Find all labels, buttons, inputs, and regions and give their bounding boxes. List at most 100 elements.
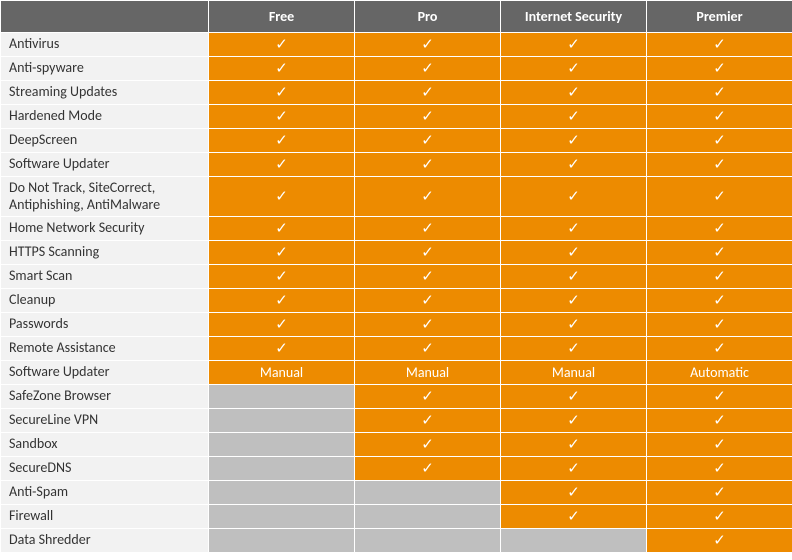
- table-row: Passwords✓✓✓✓: [1, 313, 792, 337]
- feature-label: Anti-Spam: [1, 481, 209, 505]
- check-icon: ✓: [275, 158, 288, 173]
- plan-cell: Manual: [355, 361, 501, 385]
- plan-cell: ✓: [209, 289, 355, 313]
- plan-cell: ✓: [209, 33, 355, 57]
- plan-cell: ✓: [647, 265, 792, 289]
- plan-cell: ✓: [647, 337, 792, 361]
- feature-label: Cleanup: [1, 289, 209, 313]
- plan-cell: ✓: [647, 505, 792, 529]
- plan-cell: ✓: [355, 217, 501, 241]
- plan-cell: ✓: [355, 337, 501, 361]
- check-icon: ✓: [421, 318, 434, 333]
- check-icon: ✓: [567, 134, 580, 149]
- feature-label: Anti-spyware: [1, 57, 209, 81]
- plan-cell: ✓: [501, 81, 647, 105]
- check-icon: ✓: [567, 158, 580, 173]
- check-icon: ✓: [421, 134, 434, 149]
- check-icon: ✓: [421, 62, 434, 77]
- plan-cell: ✓: [647, 57, 792, 81]
- check-icon: ✓: [567, 390, 580, 405]
- plan-cell: [209, 385, 355, 409]
- plan-cell: ✓: [647, 457, 792, 481]
- table-row: Hardened Mode✓✓✓✓: [1, 105, 792, 129]
- plan-cell: Manual: [209, 361, 355, 385]
- plan-cell: [209, 457, 355, 481]
- table-row: Software UpdaterManualManualManualAutoma…: [1, 361, 792, 385]
- plan-cell: ✓: [355, 241, 501, 265]
- plan-cell: ✓: [501, 217, 647, 241]
- plan-cell: ✓: [355, 433, 501, 457]
- check-icon: ✓: [713, 534, 726, 549]
- check-icon: ✓: [275, 110, 288, 125]
- feature-label: Smart Scan: [1, 265, 209, 289]
- plan-cell: ✓: [355, 385, 501, 409]
- feature-label: Firewall: [1, 505, 209, 529]
- plan-cell: ✓: [647, 289, 792, 313]
- plan-cell: [355, 481, 501, 505]
- feature-label: HTTPS Scanning: [1, 241, 209, 265]
- plan-cell: ✓: [209, 241, 355, 265]
- feature-label: Software Updater: [1, 361, 209, 385]
- check-icon: ✓: [713, 270, 726, 285]
- check-icon: ✓: [567, 438, 580, 453]
- plan-cell: ✓: [209, 81, 355, 105]
- check-icon: ✓: [567, 190, 580, 205]
- check-icon: ✓: [275, 86, 288, 101]
- plan-cell: ✓: [355, 177, 501, 217]
- table-row: Smart Scan✓✓✓✓: [1, 265, 792, 289]
- plan-cell: ✓: [647, 481, 792, 505]
- plan-cell: ✓: [209, 129, 355, 153]
- plan-cell: ✓: [501, 337, 647, 361]
- plan-cell: ✓: [355, 265, 501, 289]
- check-icon: ✓: [421, 158, 434, 173]
- plan-cell: ✓: [209, 153, 355, 177]
- check-icon: ✓: [713, 222, 726, 237]
- plan-cell: ✓: [355, 33, 501, 57]
- check-icon: ✓: [567, 222, 580, 237]
- feature-label: Antivirus: [1, 33, 209, 57]
- plan-cell: ✓: [501, 33, 647, 57]
- check-icon: ✓: [567, 510, 580, 525]
- check-icon: ✓: [567, 110, 580, 125]
- plan-cell: ✓: [501, 481, 647, 505]
- plan-cell: ✓: [355, 129, 501, 153]
- check-icon: ✓: [421, 342, 434, 357]
- check-icon: ✓: [421, 86, 434, 101]
- plan-cell: ✓: [647, 313, 792, 337]
- plan-cell: ✓: [647, 33, 792, 57]
- check-icon: ✓: [275, 342, 288, 357]
- plan-cell: ✓: [501, 57, 647, 81]
- plan-cell: ✓: [355, 105, 501, 129]
- check-icon: ✓: [567, 38, 580, 53]
- check-icon: ✓: [421, 390, 434, 405]
- plan-cell: ✓: [355, 409, 501, 433]
- table-header-row: Free Pro Internet Security Premier: [1, 1, 792, 33]
- feature-label: Do Not Track, SiteCorrect, Antiphishing,…: [1, 177, 209, 217]
- plan-cell: ✓: [501, 385, 647, 409]
- table-row: SecureDNS✓✓✓: [1, 457, 792, 481]
- check-icon: ✓: [275, 222, 288, 237]
- check-icon: ✓: [713, 510, 726, 525]
- check-icon: ✓: [421, 190, 434, 205]
- table-row: Cleanup ✓ ✓ ✓ ✓: [1, 289, 792, 313]
- check-icon: ✓: [421, 294, 434, 309]
- plan-cell: ✓: [355, 289, 501, 313]
- plan-cell: [501, 529, 647, 553]
- check-icon: ✓: [275, 134, 288, 149]
- plan-cell: ✓: [647, 153, 792, 177]
- check-icon: ✓: [567, 86, 580, 101]
- feature-label: DeepScreen: [1, 129, 209, 153]
- check-icon: ✓: [713, 190, 726, 205]
- feature-label: Passwords: [1, 313, 209, 337]
- plan-cell: Automatic: [647, 361, 792, 385]
- plan-cell: ✓: [209, 313, 355, 337]
- header-blank: [1, 1, 209, 33]
- plan-cell: [209, 409, 355, 433]
- table-row: DeepScreen✓✓✓✓: [1, 129, 792, 153]
- plan-cell: ✓: [355, 313, 501, 337]
- check-icon: ✓: [567, 294, 580, 309]
- check-icon: ✓: [275, 294, 288, 309]
- check-icon: ✓: [713, 390, 726, 405]
- check-icon: ✓: [567, 318, 580, 333]
- feature-label: Home Network Security: [1, 217, 209, 241]
